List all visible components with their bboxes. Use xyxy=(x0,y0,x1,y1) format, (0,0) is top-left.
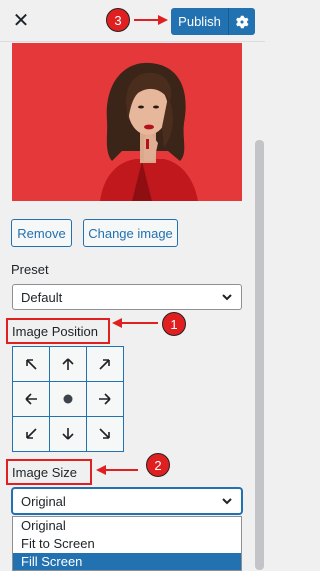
position-left-button[interactable] xyxy=(11,380,50,417)
image-size-select-value: Original xyxy=(21,493,66,509)
close-icon: ✕ xyxy=(12,10,30,32)
preset-select[interactable]: Default xyxy=(12,284,242,310)
position-bottom-left-button[interactable] xyxy=(11,415,50,452)
annotation-badge-1: 1 xyxy=(162,312,186,336)
option-fit-to-screen[interactable]: Fit to Screen xyxy=(13,535,241,553)
publish-button[interactable]: Publish xyxy=(171,8,228,35)
annotation-box-image-position xyxy=(6,318,110,344)
image-preview xyxy=(12,43,242,201)
annotation-box-image-size xyxy=(6,459,92,485)
annotation-arrow-2-icon xyxy=(96,465,138,475)
annotation-arrow-3-icon xyxy=(134,15,168,25)
scrollbar-thumb[interactable] xyxy=(255,140,264,570)
option-fill-screen[interactable]: Fill Screen xyxy=(13,553,241,570)
publish-group: Publish xyxy=(171,8,255,35)
arrow-up-right-icon xyxy=(98,358,110,370)
arrow-left-icon xyxy=(24,392,37,405)
arrow-right-icon xyxy=(98,392,111,405)
annotation-badge-3: 3 xyxy=(106,8,130,32)
position-top-button[interactable] xyxy=(48,345,87,382)
close-button[interactable]: ✕ xyxy=(8,8,34,34)
position-bottom-right-button[interactable] xyxy=(85,415,124,452)
arrow-down-left-icon xyxy=(25,427,37,439)
preset-label: Preset xyxy=(11,262,49,277)
position-top-left-button[interactable] xyxy=(11,345,50,382)
image-size-dropdown: Original Fit to Screen Fill Screen xyxy=(12,516,242,571)
position-top-right-button[interactable] xyxy=(85,345,124,382)
arrow-down-icon xyxy=(61,427,74,440)
image-position-grid xyxy=(11,345,124,452)
arrow-down-right-icon xyxy=(98,427,110,439)
woman-portrait-image xyxy=(12,43,242,201)
center-dot-icon xyxy=(63,394,72,403)
chevron-down-icon xyxy=(222,498,232,505)
chevron-down-icon xyxy=(222,294,232,301)
annotation-arrow-1-icon xyxy=(112,318,158,328)
arrow-up-left-icon xyxy=(25,358,37,370)
image-size-select[interactable]: Original xyxy=(12,488,242,514)
remove-button[interactable]: Remove xyxy=(11,219,72,247)
preset-select-value: Default xyxy=(21,289,63,305)
option-original[interactable]: Original xyxy=(13,517,241,535)
gear-icon xyxy=(236,15,249,28)
change-image-button[interactable]: Change image xyxy=(83,219,178,247)
publish-settings-button[interactable] xyxy=(228,8,255,35)
arrow-up-icon xyxy=(61,357,74,370)
position-center-button[interactable] xyxy=(48,380,87,417)
position-bottom-button[interactable] xyxy=(48,415,87,452)
position-right-button[interactable] xyxy=(85,380,124,417)
annotation-badge-2: 2 xyxy=(146,453,170,477)
